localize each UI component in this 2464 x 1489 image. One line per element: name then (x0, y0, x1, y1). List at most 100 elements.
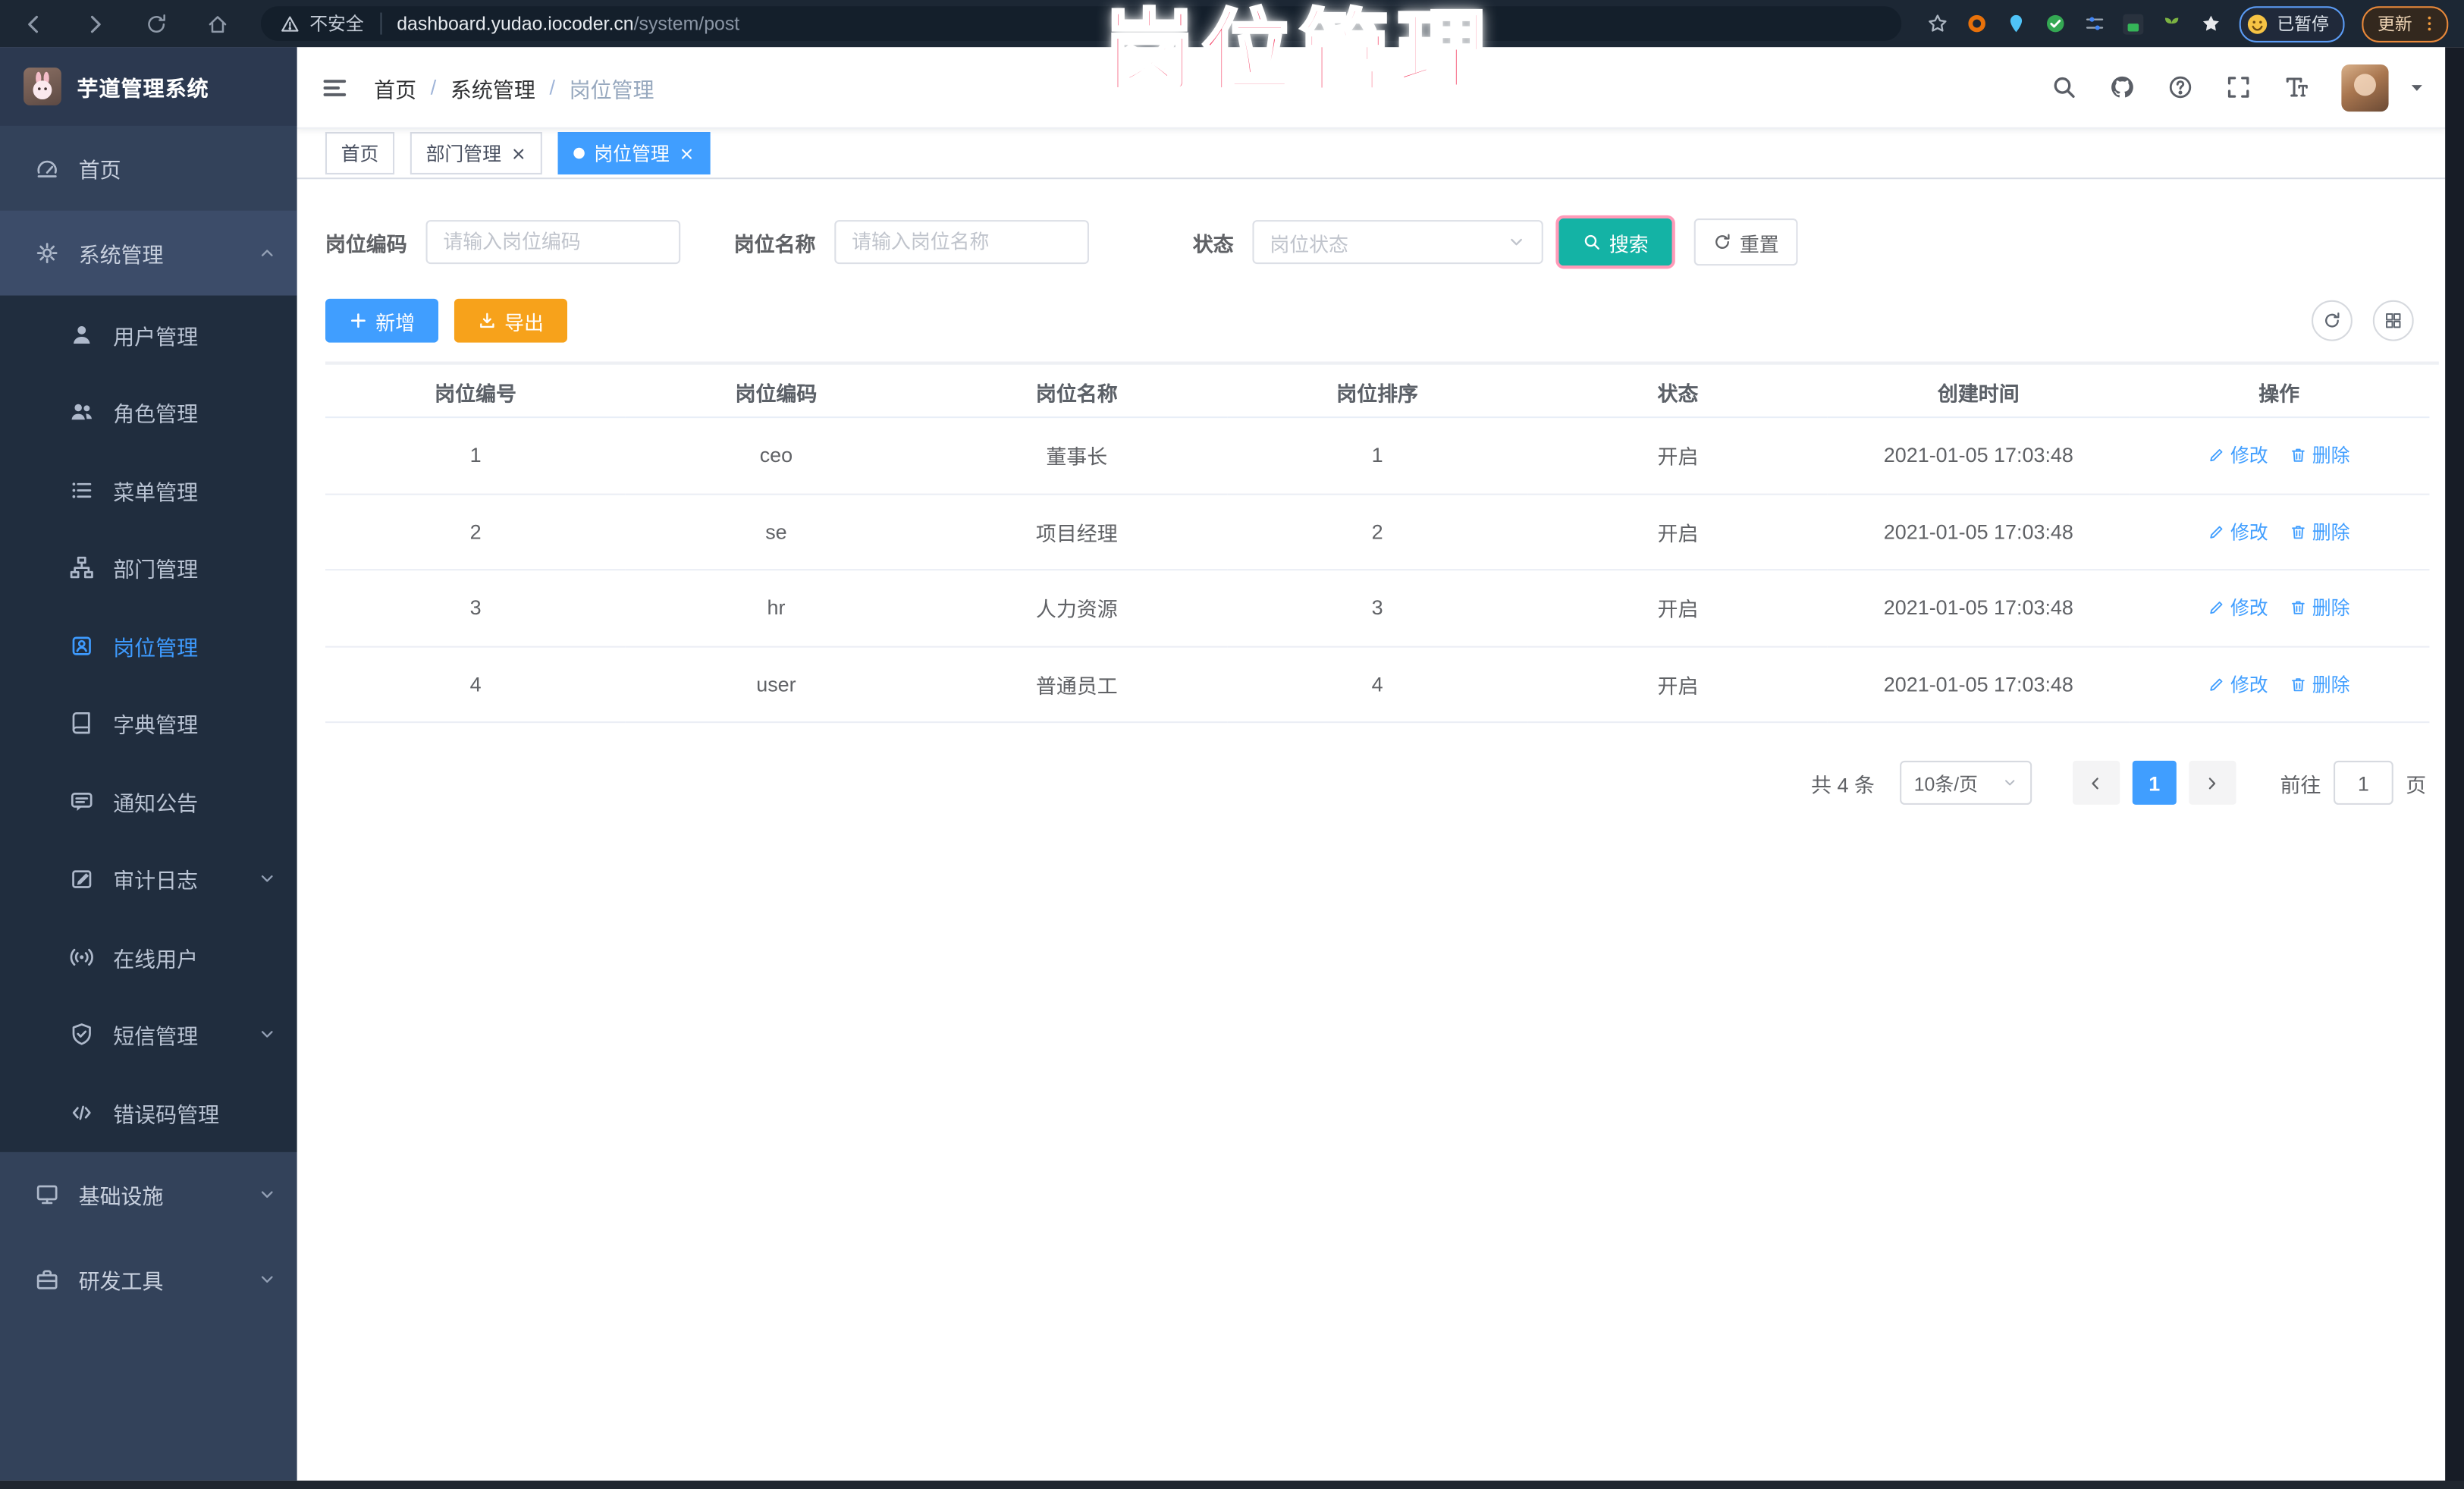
paused-chip[interactable]: 已暂停 (2239, 5, 2345, 42)
extension-pin-icon[interactable] (2005, 13, 2027, 35)
close-icon[interactable] (510, 146, 526, 162)
online-icon (69, 944, 94, 969)
edit-action[interactable]: 修改 (2208, 671, 2268, 697)
page-size-select[interactable]: 10条/页 (1900, 760, 2032, 805)
status-select[interactable]: 岗位状态 (1252, 220, 1543, 265)
extension-sliders-icon[interactable] (2084, 13, 2106, 35)
user-avatar[interactable] (2341, 63, 2389, 112)
edit-icon (2208, 447, 2226, 464)
sidebar-item-短信管理[interactable]: 短信管理 (0, 996, 297, 1074)
sidebar-item-label: 系统管理 (78, 243, 164, 268)
header-search-icon[interactable] (2051, 74, 2077, 100)
next-page-button[interactable] (2189, 760, 2236, 805)
extension-sprout-icon[interactable] (2161, 13, 2183, 35)
sidebar-item-label: 菜单管理 (113, 480, 199, 504)
refresh-icon (1713, 233, 1732, 252)
update-chip[interactable]: 更新 (2362, 5, 2449, 42)
post-code-input[interactable] (425, 220, 681, 265)
bookmark-star-icon[interactable] (1926, 13, 1948, 35)
security-label: 不安全 (309, 15, 364, 35)
breadcrumb-home[interactable]: 首页 (374, 71, 416, 102)
post-code-label: 岗位编码 (325, 231, 407, 256)
extension-orange-ring-icon[interactable] (1966, 13, 1988, 35)
font-size-icon[interactable] (2284, 74, 2310, 100)
edit-action[interactable]: 修改 (2208, 518, 2268, 545)
sidebar-item-在线用户[interactable]: 在线用户 (0, 918, 297, 996)
sidebar-item-用户管理[interactable]: 用户管理 (0, 296, 297, 374)
tab-label: 首页 (341, 143, 379, 165)
reset-button[interactable]: 重置 (1693, 218, 1798, 266)
sidebar-item-角色管理[interactable]: 角色管理 (0, 373, 297, 451)
refresh-icon (2323, 311, 2342, 330)
table-body: 1 ceo 董事长 1 开启 2021-01-05 17:03:48 修改 删除 2 se 项目经理… (325, 417, 2430, 724)
delete-action-label: 删除 (2312, 597, 2350, 620)
search-form: 岗位编码 岗位名称 状态 岗位状态 搜索 重置 (325, 218, 2445, 266)
address-bar[interactable]: 不安全 dashboard.yudao.iocoder.cn/system/po… (260, 6, 1902, 41)
post-name-input[interactable] (834, 220, 1090, 265)
sidebar-item-岗位管理[interactable]: 岗位管理 (0, 607, 297, 685)
sidebar-item-字典管理[interactable]: 字典管理 (0, 684, 297, 762)
breadcrumb-separator: / (430, 75, 437, 99)
app-logo[interactable]: 芋道管理系统 (0, 47, 297, 126)
delete-action[interactable]: 删除 (2290, 442, 2349, 469)
column-header-岗位编号: 岗位编号 (325, 367, 626, 419)
delete-action[interactable]: 删除 (2290, 595, 2350, 621)
table-cell: se (626, 493, 927, 571)
sidebar-item-基础设施[interactable]: 基础设施 (0, 1151, 297, 1236)
download-icon (478, 311, 497, 330)
sidebar-item-系统管理[interactable]: 系统管理 (0, 210, 297, 296)
breadcrumb-system[interactable]: 系统管理 (450, 71, 535, 102)
column-header-岗位名称: 岗位名称 (926, 367, 1227, 419)
add-button[interactable]: 新增 (325, 298, 439, 343)
prev-page-button[interactable] (2072, 760, 2120, 805)
extension-tag-manager-icon[interactable] (2123, 13, 2144, 34)
refresh-table-button[interactable] (2312, 300, 2353, 341)
help-question-icon[interactable] (2167, 74, 2193, 100)
chevron-down-icon (2002, 775, 2018, 791)
tab-label: 部门管理 (425, 143, 502, 165)
page-number-1[interactable]: 1 (2132, 760, 2177, 805)
extension-check-icon[interactable] (2045, 13, 2067, 35)
extension-star-icon[interactable] (2200, 13, 2222, 35)
sidebar-item-部门管理[interactable]: 部门管理 (0, 529, 297, 607)
chevron-left-icon (2088, 774, 2105, 791)
browser-reload-icon[interactable] (145, 12, 168, 36)
sidebar-item-错误码管理[interactable]: 错误码管理 (0, 1073, 297, 1151)
hamburger-icon[interactable] (321, 73, 349, 101)
edit-icon (2208, 599, 2226, 617)
edit-action[interactable]: 修改 (2208, 595, 2268, 621)
delete-action[interactable]: 删除 (2290, 518, 2349, 545)
browser-back-icon[interactable] (22, 12, 46, 36)
sidebar-item-研发工具[interactable]: 研发工具 (0, 1236, 297, 1321)
export-button[interactable]: 导出 (454, 298, 568, 343)
edit-action-label: 修改 (2230, 445, 2268, 467)
edit-action[interactable]: 修改 (2208, 442, 2268, 469)
browser-home-icon[interactable] (206, 12, 229, 36)
close-icon[interactable] (679, 146, 695, 162)
delete-action[interactable]: 删除 (2290, 671, 2349, 697)
search-button[interactable]: 搜索 (1558, 218, 1672, 266)
avatar-caret-down-icon[interactable] (2407, 78, 2426, 97)
search-button-label: 搜索 (1609, 233, 1649, 256)
tab-岗位管理[interactable]: 岗位管理 (557, 132, 711, 174)
post-name-label: 岗位名称 (733, 231, 816, 256)
table-cell: 4 (325, 646, 626, 724)
fullscreen-icon[interactable] (2225, 74, 2252, 100)
sidebar-item-label: 在线用户 (113, 947, 199, 972)
page-scrollbar[interactable] (2445, 47, 2464, 1489)
tab-首页[interactable]: 首页 (325, 132, 395, 174)
tab-部门管理[interactable]: 部门管理 (410, 132, 542, 174)
sidebar-item-label: 部门管理 (113, 558, 199, 583)
sidebar-item-菜单管理[interactable]: 菜单管理 (0, 451, 297, 529)
devtool-icon (35, 1266, 60, 1291)
security-warning-icon[interactable] (280, 14, 300, 34)
browser-menu-dots-icon[interactable] (2420, 14, 2439, 33)
github-icon[interactable] (2109, 74, 2136, 100)
goto-page-input[interactable] (2333, 760, 2393, 805)
browser-forward-icon[interactable] (83, 12, 107, 36)
sidebar-item-首页[interactable]: 首页 (0, 126, 297, 211)
sidebar-item-审计日志[interactable]: 审计日志 (0, 840, 297, 919)
column-settings-button[interactable] (2372, 300, 2414, 341)
sidebar-item-通知公告[interactable]: 通知公告 (0, 762, 297, 840)
table-cell: user (626, 646, 927, 724)
